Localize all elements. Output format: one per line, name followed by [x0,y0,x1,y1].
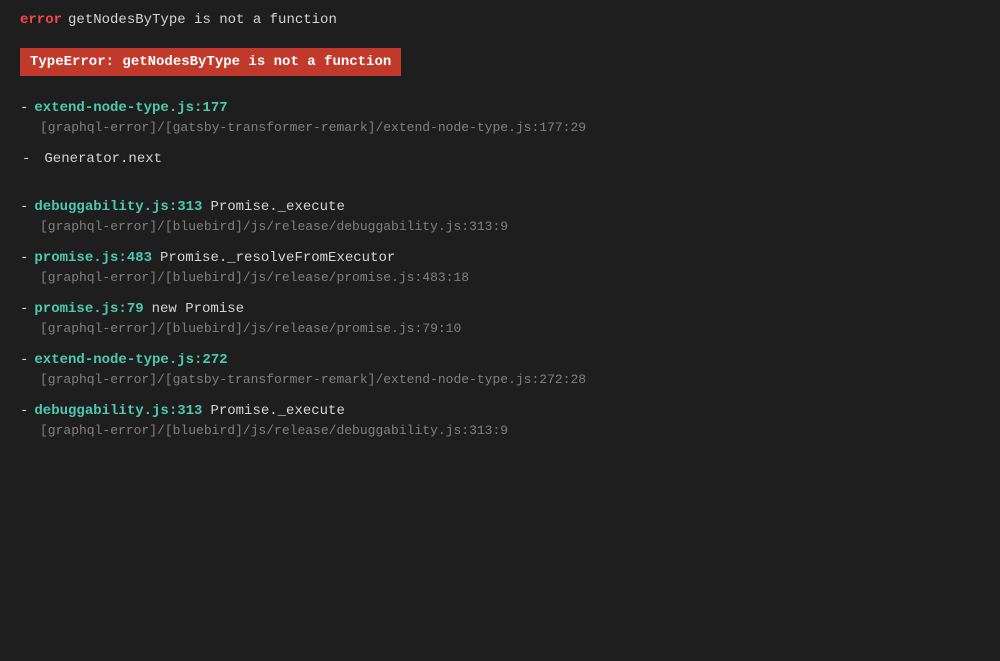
stack-primary-line: - promise.js:483 Promise._resolveFromExe… [20,250,980,266]
stack-primary-line: - debuggability.js:313 Promise._execute [20,403,980,419]
stack-file: extend-node-type.js:272 [34,352,227,368]
stack-item: - Generator.next [20,151,980,183]
stack-path: [graphql-error]/[bluebird]/js/release/pr… [20,270,980,285]
terminal-output: error getNodesByType is not a function T… [20,12,980,454]
stack-primary-line: - extend-node-type.js:177 [20,100,980,116]
error-type-box: TypeError: getNodesByType is not a funct… [20,48,401,76]
stack-method: new Promise [152,301,244,317]
stack-item: - debuggability.js:313 Promise._execute … [20,403,980,438]
stack-item: - debuggability.js:313 Promise._execute … [20,199,980,234]
stack-primary-line: - Generator.next [20,151,980,167]
stack-path: [graphql-error]/[gatsby-transformer-rema… [20,120,980,135]
stack-item: - extend-node-type.js:272 [graphql-error… [20,352,980,387]
dash: - [20,199,28,215]
stack-file: promise.js:79 [34,301,143,317]
stack-file: promise.js:483 [34,250,152,266]
stack-method: Generator.next [44,151,162,167]
stack-item: - extend-node-type.js:177 [graphql-error… [20,100,980,135]
dash: - [20,250,28,266]
stack-item: - promise.js:483 Promise._resolveFromExe… [20,250,980,285]
dash: - [22,151,30,167]
stack-item: - promise.js:79 new Promise [graphql-err… [20,301,980,336]
error-keyword: error [20,12,62,28]
stack-file: extend-node-type.js:177 [34,100,227,116]
stack-path: [graphql-error]/[gatsby-transformer-rema… [20,372,980,387]
dash: - [20,403,28,419]
stack-file: debuggability.js:313 [34,403,202,419]
stack-method: Promise._resolveFromExecutor [160,250,395,266]
stack-path: [graphql-error]/[bluebird]/js/release/de… [20,423,980,438]
stack-primary-line: - promise.js:79 new Promise [20,301,980,317]
stack-primary-line: - debuggability.js:313 Promise._execute [20,199,980,215]
stack-method: Promise._execute [210,199,344,215]
dash: - [20,301,28,317]
header-line: error getNodesByType is not a function [20,12,980,28]
dash: - [20,100,28,116]
stack-primary-line: - extend-node-type.js:272 [20,352,980,368]
header-message: getNodesByType is not a function [68,12,337,28]
stack-path: [graphql-error]/[bluebird]/js/release/de… [20,219,980,234]
stack-path: [graphql-error]/[bluebird]/js/release/pr… [20,321,980,336]
dash: - [20,352,28,368]
stack-trace: - extend-node-type.js:177 [graphql-error… [20,100,980,454]
stack-method: Promise._execute [210,403,344,419]
stack-file: debuggability.js:313 [34,199,202,215]
